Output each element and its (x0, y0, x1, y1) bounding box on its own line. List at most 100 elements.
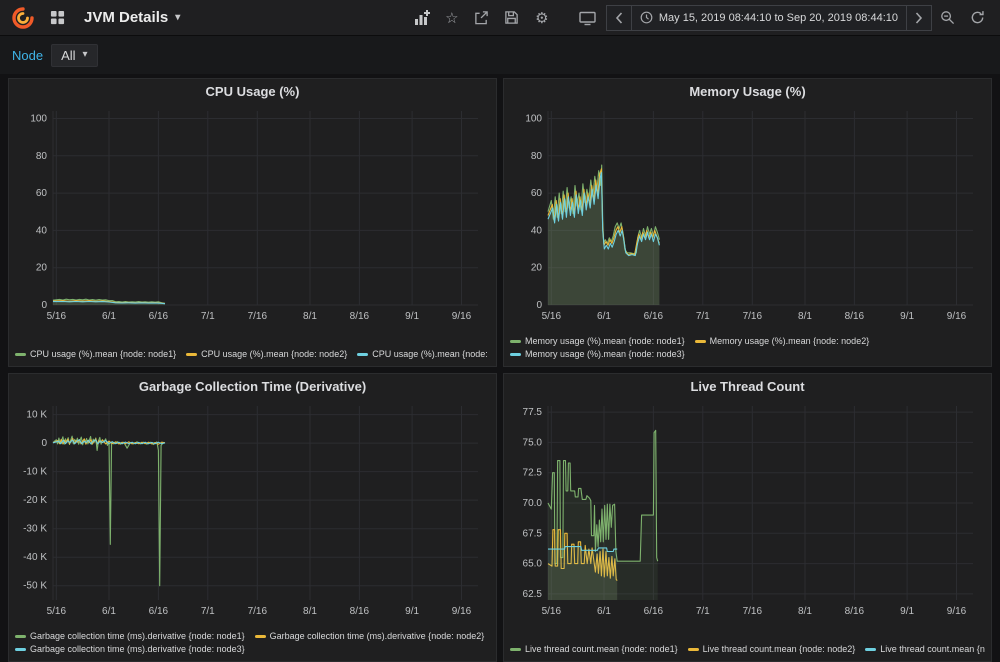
svg-text:6/16: 6/16 (644, 311, 664, 322)
variable-label: Node (12, 48, 43, 63)
svg-text:8/16: 8/16 (845, 606, 865, 617)
panel-live-thread-count: Live Thread Count 62.565.067.570.072.575… (503, 373, 992, 662)
add-panel-button[interactable] (407, 3, 437, 33)
chart-canvas[interactable]: 0204060801005/166/16/167/17/168/18/169/1… (508, 101, 981, 325)
svg-text:80: 80 (531, 151, 543, 162)
svg-text:100: 100 (30, 114, 47, 125)
legend-label: Garbage collection time (ms).derivative … (30, 643, 245, 656)
save-button[interactable] (497, 3, 527, 33)
series-color-icon (688, 648, 699, 651)
series-color-icon (15, 635, 26, 638)
svg-text:5/16: 5/16 (47, 606, 67, 617)
svg-text:6/1: 6/1 (597, 311, 611, 322)
legend-item[interactable]: Live thread count.mean {node: node2} (688, 643, 856, 656)
refresh-icon (970, 10, 985, 25)
settings-button[interactable]: ⚙ (527, 3, 557, 33)
time-back-button[interactable] (606, 5, 632, 31)
legend-label: Live thread count.mean {node: node3} (880, 643, 985, 656)
time-range-button[interactable]: May 15, 2019 08:44:10 to Sep 20, 2019 08… (631, 5, 907, 31)
svg-text:8/1: 8/1 (303, 311, 317, 322)
share-button[interactable] (467, 3, 497, 33)
svg-text:60: 60 (36, 188, 48, 199)
legend-item[interactable]: Garbage collection time (ms).derivative … (255, 630, 485, 643)
svg-text:100: 100 (525, 114, 542, 125)
gc-time-chart[interactable]: 10 K0-10 K-20 K-30 K-40 K-50 K5/166/16/1… (9, 396, 496, 620)
legend-item[interactable]: CPU usage (%).mean {node: node3} (357, 348, 490, 361)
panel-title[interactable]: CPU Usage (%) (9, 79, 496, 101)
chevron-right-icon (915, 12, 923, 24)
legend-label: Memory usage (%).mean {node: node3} (525, 348, 685, 361)
panel-memory-usage: Memory Usage (%) 0204060801005/166/16/16… (503, 78, 992, 367)
magnifier-icon (940, 10, 955, 25)
legend-row: Garbage collection time (ms).derivative … (15, 630, 490, 643)
share-icon (474, 10, 489, 25)
series-color-icon (510, 353, 521, 356)
svg-text:6/16: 6/16 (149, 311, 169, 322)
svg-text:8/1: 8/1 (798, 606, 812, 617)
svg-text:70.0: 70.0 (523, 498, 543, 509)
star-button[interactable]: ☆ (437, 3, 467, 33)
refresh-button[interactable] (962, 3, 992, 33)
grafana-logo[interactable] (8, 3, 38, 33)
series-color-icon (15, 648, 26, 651)
svg-text:9/1: 9/1 (405, 606, 419, 617)
chart-canvas[interactable]: 10 K0-10 K-20 K-30 K-40 K-50 K5/166/16/1… (13, 396, 486, 620)
svg-text:6/16: 6/16 (644, 606, 664, 617)
caret-down-icon: ▾ (83, 50, 88, 60)
zoom-out-button[interactable] (932, 3, 962, 33)
svg-text:62.5: 62.5 (523, 589, 543, 600)
legend-row: Live thread count.mean {node: node1} Live… (510, 643, 985, 656)
svg-text:8/16: 8/16 (845, 311, 865, 322)
legend-item[interactable]: CPU usage (%).mean {node: node1} (15, 348, 176, 361)
panel-title[interactable]: Garbage Collection Time (Derivative) (9, 374, 496, 396)
caret-down-icon: ▾ (175, 13, 180, 23)
legend-item[interactable]: Memory usage (%).mean {node: node3} (510, 348, 685, 361)
time-picker-group: May 15, 2019 08:44:10 to Sep 20, 2019 08… (607, 5, 932, 31)
legend-row: Memory usage (%).mean {node: node3} (510, 348, 985, 361)
svg-text:7/1: 7/1 (201, 311, 215, 322)
panel-title[interactable]: Memory Usage (%) (504, 79, 991, 101)
legend-item[interactable]: Live thread count.mean {node: node3} (865, 643, 985, 656)
series-color-icon (695, 340, 706, 343)
svg-text:-50 K: -50 K (23, 581, 47, 592)
navbar: JVM Details ▾ ☆ ⚙ (0, 0, 1000, 36)
series-color-icon (510, 648, 521, 651)
svg-text:9/1: 9/1 (900, 311, 914, 322)
svg-text:7/16: 7/16 (743, 606, 763, 617)
svg-text:0: 0 (41, 438, 47, 449)
legend-item[interactable]: Live thread count.mean {node: node1} (510, 643, 678, 656)
legend-row: CPU usage (%).mean {node: node1} CPU usag… (15, 348, 490, 361)
chart-canvas[interactable]: 0204060801005/166/16/167/17/168/18/169/1… (13, 101, 486, 325)
svg-text:5/16: 5/16 (542, 606, 562, 617)
monitor-icon (579, 10, 596, 26)
chart-canvas[interactable]: 62.565.067.570.072.575.077.55/166/16/167… (508, 396, 981, 620)
svg-text:6/16: 6/16 (149, 606, 169, 617)
svg-text:8/1: 8/1 (798, 311, 812, 322)
svg-text:60: 60 (531, 188, 543, 199)
grafana-logo-icon (12, 7, 34, 29)
memory-usage-chart[interactable]: 0204060801005/166/16/167/17/168/18/169/1… (504, 101, 991, 325)
svg-text:77.5: 77.5 (523, 407, 543, 418)
legend-item[interactable]: CPU usage (%).mean {node: node2} (186, 348, 347, 361)
dashboards-button[interactable] (42, 3, 72, 33)
svg-text:7/1: 7/1 (696, 606, 710, 617)
dashboard-title-dropdown[interactable]: JVM Details ▾ (76, 9, 188, 26)
cycle-view-button[interactable] (573, 3, 603, 33)
svg-text:-30 K: -30 K (23, 524, 47, 535)
legend-label: Memory usage (%).mean {node: node1} (525, 335, 685, 348)
legend-item[interactable]: Memory usage (%).mean {node: node1} (510, 335, 685, 348)
legend-label: Garbage collection time (ms).derivative … (30, 630, 245, 643)
time-forward-button[interactable] (906, 5, 932, 31)
svg-text:20: 20 (36, 263, 48, 274)
svg-text:5/16: 5/16 (47, 311, 67, 322)
legend-item[interactable]: Garbage collection time (ms).derivative … (15, 630, 245, 643)
legend-item[interactable]: Garbage collection time (ms).derivative … (15, 643, 245, 656)
live-thread-count-chart[interactable]: 62.565.067.570.072.575.077.55/166/16/167… (504, 396, 991, 620)
svg-text:-20 K: -20 K (23, 495, 47, 506)
cpu-usage-chart[interactable]: 0204060801005/166/16/167/17/168/18/169/1… (9, 101, 496, 325)
svg-text:0: 0 (536, 300, 542, 311)
legend-item[interactable]: Memory usage (%).mean {node: node2} (695, 335, 870, 348)
panel-title[interactable]: Live Thread Count (504, 374, 991, 396)
time-range-text: May 15, 2019 08:44:10 to Sep 20, 2019 08… (659, 12, 898, 24)
variable-value-dropdown[interactable]: All ▾ (51, 44, 97, 67)
